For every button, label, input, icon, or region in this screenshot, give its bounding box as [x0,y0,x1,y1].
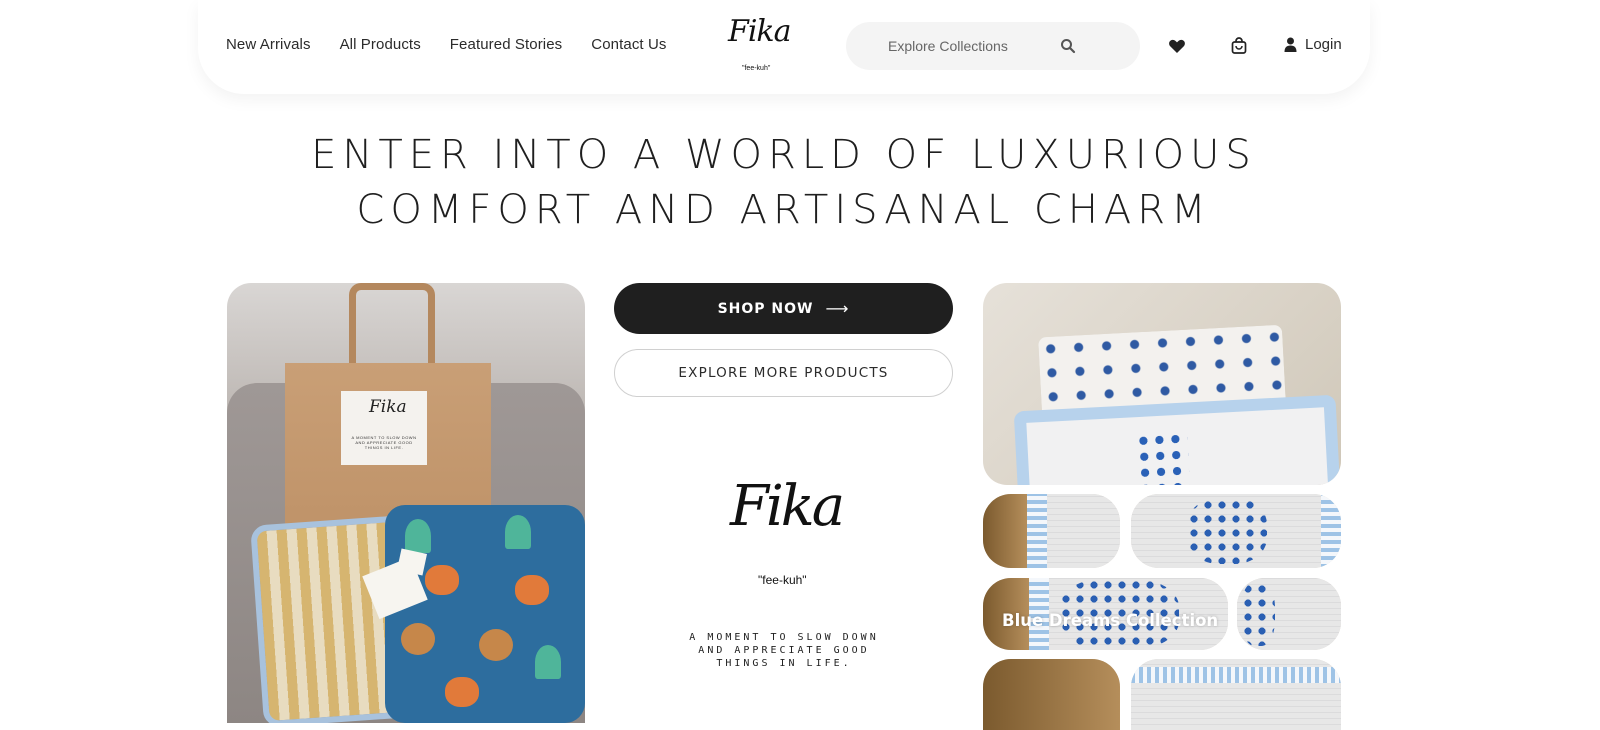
search-icon[interactable] [1060,38,1076,54]
tree-motif [535,645,561,679]
arrow-right-icon: ⟶ [825,299,850,318]
main-nav: New Arrivals All Products Featured Stori… [226,36,696,53]
site-header: New Arrivals All Products Featured Stori… [198,0,1370,94]
cart-icon[interactable] [1230,37,1248,55]
tree-motif [405,519,431,553]
explore-more-products-button[interactable]: EXPLORE MORE PRODUCTS [614,349,953,397]
brand-logo-script: Fika [730,474,845,539]
search-input[interactable] [886,37,1060,55]
stripe-border [1131,667,1341,683]
stripe-border [1027,494,1047,568]
brand-tagline: A MOMENT TO SLOW DOWN AND APPRECIATE GOO… [664,631,904,670]
collection-tile[interactable] [983,659,1120,730]
shop-now-label: SHOP NOW [717,300,814,317]
tagline-line-3: THINGS IN LIFE. [716,658,852,669]
heart-icon[interactable] [1168,37,1186,55]
tree-motif [505,515,531,549]
printed-quilt [385,505,585,723]
brand-logo: Fika "fee-kuh" [722,470,852,590]
user-icon [1284,37,1297,52]
logo-script: Fika [728,14,791,49]
flower-motif [1187,498,1267,564]
tagline-line-2: AND APPRECIATE GOOD [698,645,870,656]
login-label: Login [1305,36,1342,53]
collection-caption[interactable]: Blue Dreams Collection [1002,611,1218,630]
bear-motif [401,623,435,655]
brand-pronunciation: "fee-kuh" [758,573,807,587]
collection-tile[interactable] [983,494,1120,568]
shop-now-button[interactable]: SHOP NOW ⟶ [614,283,953,334]
product-photo-bag: Fika A MOMENT TO SLOW DOWN AND APPRECIAT… [227,283,585,723]
nav-new-arrivals[interactable]: New Arrivals [226,36,311,53]
hero-title-line-2: COMFORT AND ARTISANAL CHARM [356,187,1212,233]
waffle-pillow [1013,394,1341,485]
hero-title-line-1: ENTER INTO A WORLD OF LUXURIOUS [311,132,1257,178]
fox-motif [515,575,549,605]
fox-motif [425,565,459,595]
bag-label-script: Fika [369,397,407,417]
nav-contact-us[interactable]: Contact Us [591,36,666,53]
search-bar [846,22,1140,70]
tagline-line-1: A MOMENT TO SLOW DOWN [689,632,879,643]
wood-texture [983,659,1120,730]
collection-tile[interactable] [1131,494,1341,568]
flower-motif [1241,582,1275,646]
wood-texture [983,494,1027,568]
hero-title: ENTER INTO A WORLD OF LUXURIOUS COMFORT … [0,128,1568,238]
collection-tile[interactable] [1131,659,1341,730]
login-link[interactable]: Login [1284,36,1342,53]
collection-tile[interactable] [1237,578,1341,650]
product-photo-pillows[interactable] [983,283,1341,485]
bag-label: Fika A MOMENT TO SLOW DOWN AND APPRECIAT… [341,391,427,465]
nav-featured-stories[interactable]: Featured Stories [450,36,563,53]
stripe-border [1321,494,1341,568]
nav-all-products[interactable]: All Products [340,36,421,53]
bag-label-text: A MOMENT TO SLOW DOWN AND APPRECIATE GOO… [351,435,417,450]
bear-motif [479,629,513,661]
flower-motif [1135,430,1190,485]
fox-motif [445,677,479,707]
header-logo[interactable]: Fika "fee-kuh" [728,10,792,80]
logo-pronunciation: "fee-kuh" [742,65,771,72]
